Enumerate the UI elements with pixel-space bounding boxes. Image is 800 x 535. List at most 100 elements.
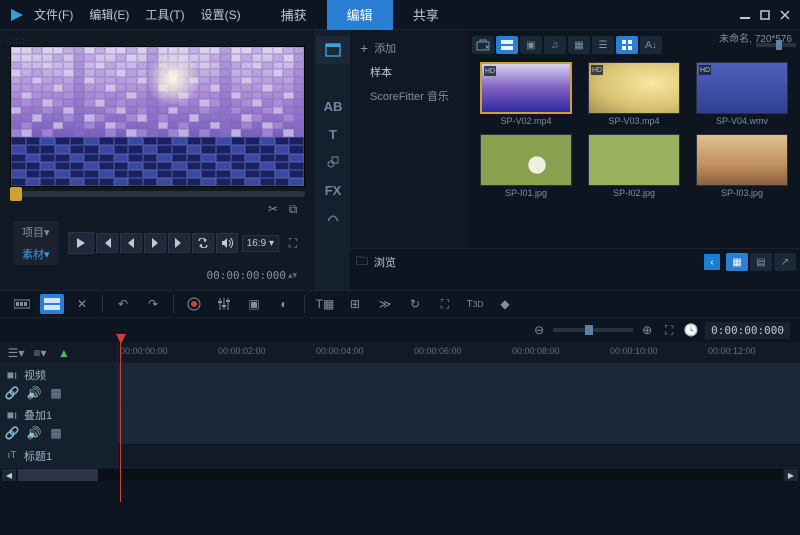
loop-button[interactable]: [192, 233, 214, 253]
maximize-button[interactable]: [756, 7, 774, 23]
preview-scrubber[interactable]: [10, 191, 305, 197]
media-thumbnail[interactable]: HDSP-V03.mp4: [584, 62, 684, 126]
media-thumbnail[interactable]: HDSP-V04.wmv: [692, 62, 792, 126]
goto-end-button[interactable]: [168, 233, 190, 253]
media-thumbnail[interactable]: SP-I03.jpg: [692, 134, 792, 198]
import-media-button[interactable]: [472, 36, 494, 54]
mute-icon[interactable]: 🔊: [26, 385, 42, 401]
3d-title-button[interactable]: T3D: [463, 294, 487, 314]
preview-timecode: 00:00:00:000: [206, 269, 285, 282]
track-options-2[interactable]: ≡▾: [32, 345, 48, 361]
tab-share[interactable]: 共享: [393, 0, 459, 30]
scroll-right-arrow[interactable]: ▶: [784, 469, 798, 481]
track-head-title1[interactable]: ıT 标题1: [0, 444, 118, 467]
undo-button[interactable]: ↶: [111, 294, 135, 314]
preview-viewport[interactable]: [10, 46, 305, 187]
snapshot-icon[interactable]: ⧉: [285, 201, 301, 217]
zoom-in-button[interactable]: ⊕: [639, 322, 655, 338]
redo-button[interactable]: ↷: [141, 294, 165, 314]
panel-option-2[interactable]: ▤: [750, 253, 772, 271]
play-button[interactable]: [68, 232, 94, 254]
scroll-left-button[interactable]: ‹: [704, 254, 720, 270]
track-body-video[interactable]: [118, 364, 800, 403]
link-icon[interactable]: 🔗: [4, 385, 20, 401]
menu-settings[interactable]: 设置(S): [201, 6, 241, 23]
scroll-left-arrow[interactable]: ◀: [2, 469, 16, 481]
library-folder-scorefitter[interactable]: ScoreFitter 音乐: [356, 84, 462, 108]
zoom-out-button[interactable]: ⊖: [531, 322, 547, 338]
media-thumbnail[interactable]: SP-I02.jpg: [584, 134, 684, 198]
tools-button[interactable]: ✕: [70, 294, 94, 314]
preview-tab-project[interactable]: 项目▾: [14, 221, 58, 243]
hide-icon[interactable]: ▩: [48, 385, 64, 401]
library-folder-sample[interactable]: 样本: [356, 60, 462, 84]
playhead[interactable]: [120, 342, 121, 502]
view-list-button[interactable]: ☰: [592, 36, 614, 54]
track-head-overlay1[interactable]: ■ı 叠加1 🔗 🔊 ▩: [0, 404, 118, 443]
goto-start-button[interactable]: [96, 233, 118, 253]
auto-music-button[interactable]: ◐: [272, 294, 296, 314]
tab-capture[interactable]: 捕获: [261, 0, 327, 30]
mixer-button[interactable]: [212, 294, 236, 314]
library-tab-filter[interactable]: FX: [316, 176, 350, 204]
scissors-icon[interactable]: ✂: [265, 201, 281, 217]
filter-audio-button[interactable]: ♫: [544, 36, 566, 54]
hide-icon[interactable]: ▩: [48, 425, 64, 441]
mask-button[interactable]: ◆: [493, 294, 517, 314]
storyboard-view-button[interactable]: [10, 294, 34, 314]
horizontal-scrollbar[interactable]: [18, 469, 782, 481]
track-motion-button[interactable]: ↻: [403, 294, 427, 314]
view-grid-button[interactable]: [616, 36, 638, 54]
multicam-button[interactable]: T▦: [313, 294, 337, 314]
library-tab-media[interactable]: [316, 36, 350, 64]
zoom-slider[interactable]: [553, 328, 633, 332]
mute-icon[interactable]: 🔊: [26, 425, 42, 441]
camera-icon: ■ı: [4, 367, 20, 383]
media-thumbnail[interactable]: SP-I01.jpg: [476, 134, 576, 198]
motion-button[interactable]: ≫: [373, 294, 397, 314]
crop-button[interactable]: ⛶: [433, 294, 457, 314]
panel-expand-button[interactable]: ↗: [774, 253, 796, 271]
add-track-button[interactable]: ▲: [56, 345, 72, 361]
menu-file[interactable]: 文件(F): [34, 6, 73, 23]
prev-frame-button[interactable]: [120, 233, 142, 253]
track-body-overlay1[interactable]: [118, 404, 800, 443]
fit-project-button[interactable]: ⛶: [661, 322, 677, 338]
filter-video-button[interactable]: ▣: [520, 36, 542, 54]
library-tab-title[interactable]: T: [316, 120, 350, 148]
library-tab-graphics[interactable]: [316, 148, 350, 176]
track-body-title1[interactable]: [118, 444, 800, 467]
track-head-video[interactable]: ■ı 视频 🔗 🔊 ▩: [0, 364, 118, 403]
link-icon[interactable]: 🔗: [4, 425, 20, 441]
filter-photo-button[interactable]: ▦: [568, 36, 590, 54]
library-tab-sound[interactable]: [316, 64, 350, 92]
panel-option-1[interactable]: ▦: [726, 253, 748, 271]
fullscreen-icon[interactable]: ⛶: [285, 235, 301, 251]
next-frame-button[interactable]: [144, 233, 166, 253]
marker-button[interactable]: ▣: [242, 294, 266, 314]
menu-tools[interactable]: 工具(T): [145, 6, 184, 23]
library-tab-transition[interactable]: AB: [316, 92, 350, 120]
close-button[interactable]: [776, 7, 794, 23]
media-thumbnail[interactable]: HDSP-V02.mp4: [476, 62, 576, 126]
panel-grip[interactable]: ::::::: [6, 36, 309, 44]
menu-edit[interactable]: 编辑(E): [89, 6, 129, 23]
sort-button[interactable]: A↓: [640, 36, 662, 54]
thumbnail-size-slider[interactable]: [756, 43, 796, 47]
aspect-ratio-selector[interactable]: 16:9 ▾: [242, 235, 279, 252]
preview-tab-material[interactable]: 素材▾: [14, 243, 58, 265]
clock-icon[interactable]: 🕓: [683, 322, 699, 338]
track-options-1[interactable]: ☰▾: [8, 345, 24, 361]
timeline-view-button[interactable]: [40, 294, 64, 314]
minimize-button[interactable]: [736, 7, 754, 23]
library-tab-path[interactable]: [316, 204, 350, 232]
timeline-ruler[interactable]: 00:00:00:00 00:00:02:00 00:00:04:00 00:0…: [118, 342, 800, 363]
timeline-timecode[interactable]: 0:00:00:000: [705, 322, 790, 339]
split-screen-button[interactable]: ⊞: [343, 294, 367, 314]
library-add-button[interactable]: + 添加: [356, 36, 462, 60]
filter-all-button[interactable]: [496, 36, 518, 54]
record-button[interactable]: [182, 294, 206, 314]
explorer-icon[interactable]: 🗀: [354, 254, 370, 270]
volume-button[interactable]: [216, 233, 238, 253]
tab-edit[interactable]: 编辑: [327, 0, 393, 30]
